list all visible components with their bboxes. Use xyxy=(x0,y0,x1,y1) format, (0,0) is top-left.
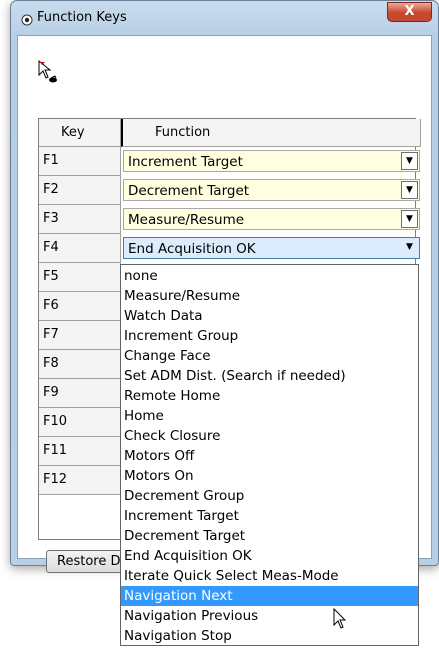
function-combo-f2[interactable]: Decrement Target ▼ xyxy=(123,179,420,201)
column-header-key[interactable]: Key xyxy=(39,119,121,147)
list-item[interactable]: Change Face xyxy=(121,346,418,366)
chevron-down-icon[interactable]: ▼ xyxy=(401,152,418,170)
list-item[interactable]: Increment Group xyxy=(121,326,418,346)
function-combo-f1[interactable]: Increment Target ▼ xyxy=(123,150,420,172)
chevron-down-icon[interactable]: ▼ xyxy=(401,181,418,199)
key-cell: F4 xyxy=(39,234,121,263)
list-item[interactable]: Decrement Group xyxy=(121,486,418,506)
list-item[interactable]: Decrement Target xyxy=(121,526,418,546)
table-row: F2 Decrement Target ▼ xyxy=(39,176,420,205)
table-row: F1 Increment Target ▼ xyxy=(39,147,420,176)
list-item[interactable]: Check Closure xyxy=(121,426,418,446)
chevron-down-icon[interactable]: ▼ xyxy=(401,210,418,228)
app-icon xyxy=(21,14,33,26)
key-cell: F1 xyxy=(39,147,121,176)
list-item[interactable]: Iterate Quick Select Meas-Mode xyxy=(121,566,418,586)
table-row: F3 Measure/Resume ▼ xyxy=(39,205,420,234)
combo-value: Increment Target xyxy=(128,154,243,170)
key-cell: F10 xyxy=(39,408,121,437)
list-item[interactable]: Measure/Resume xyxy=(121,286,418,306)
column-header-function[interactable]: Function xyxy=(121,119,421,147)
list-item[interactable]: none xyxy=(121,266,418,286)
key-cell: F11 xyxy=(39,437,121,466)
pointer-tool-icon[interactable] xyxy=(36,58,62,88)
key-cell: F12 xyxy=(39,466,121,495)
function-combo-f3[interactable]: Measure/Resume ▼ xyxy=(123,208,420,230)
list-item[interactable]: Increment Target xyxy=(121,506,418,526)
list-item[interactable]: End Acquisition OK xyxy=(121,546,418,566)
chevron-down-icon[interactable]: ▼ xyxy=(401,239,418,257)
window-title: Function Keys xyxy=(37,10,127,25)
list-item[interactable]: Navigation Previous xyxy=(121,606,418,626)
title-bar[interactable]: Function Keys X xyxy=(11,1,438,35)
combo-value: End Acquisition OK xyxy=(128,241,256,257)
list-item[interactable]: Set ADM Dist. (Search if needed) xyxy=(121,366,418,386)
key-cell: F2 xyxy=(39,176,121,205)
list-item[interactable]: Motors Off xyxy=(121,446,418,466)
key-cell: F5 xyxy=(39,263,121,292)
list-item[interactable]: Home xyxy=(121,406,418,426)
list-item[interactable]: Motors On xyxy=(121,466,418,486)
list-item[interactable]: Navigation Next xyxy=(121,586,418,606)
function-combo-f4[interactable]: End Acquisition OK ▼ xyxy=(123,237,420,259)
key-cell: F9 xyxy=(39,379,121,408)
key-cell: F7 xyxy=(39,321,121,350)
function-dropdown-list[interactable]: none Measure/Resume Watch Data Increment… xyxy=(120,264,419,646)
mouse-cursor-icon xyxy=(333,608,347,629)
key-cell: F8 xyxy=(39,350,121,379)
key-cell: F6 xyxy=(39,292,121,321)
list-item[interactable]: Watch Data xyxy=(121,306,418,326)
list-item[interactable]: Navigation Stop xyxy=(121,626,418,646)
list-item[interactable]: Remote Home xyxy=(121,386,418,406)
close-button[interactable]: X xyxy=(387,2,432,22)
combo-value: Decrement Target xyxy=(128,183,250,199)
table-row: F4 End Acquisition OK ▼ xyxy=(39,234,420,263)
combo-value: Measure/Resume xyxy=(128,212,245,228)
key-cell: F3 xyxy=(39,205,121,234)
